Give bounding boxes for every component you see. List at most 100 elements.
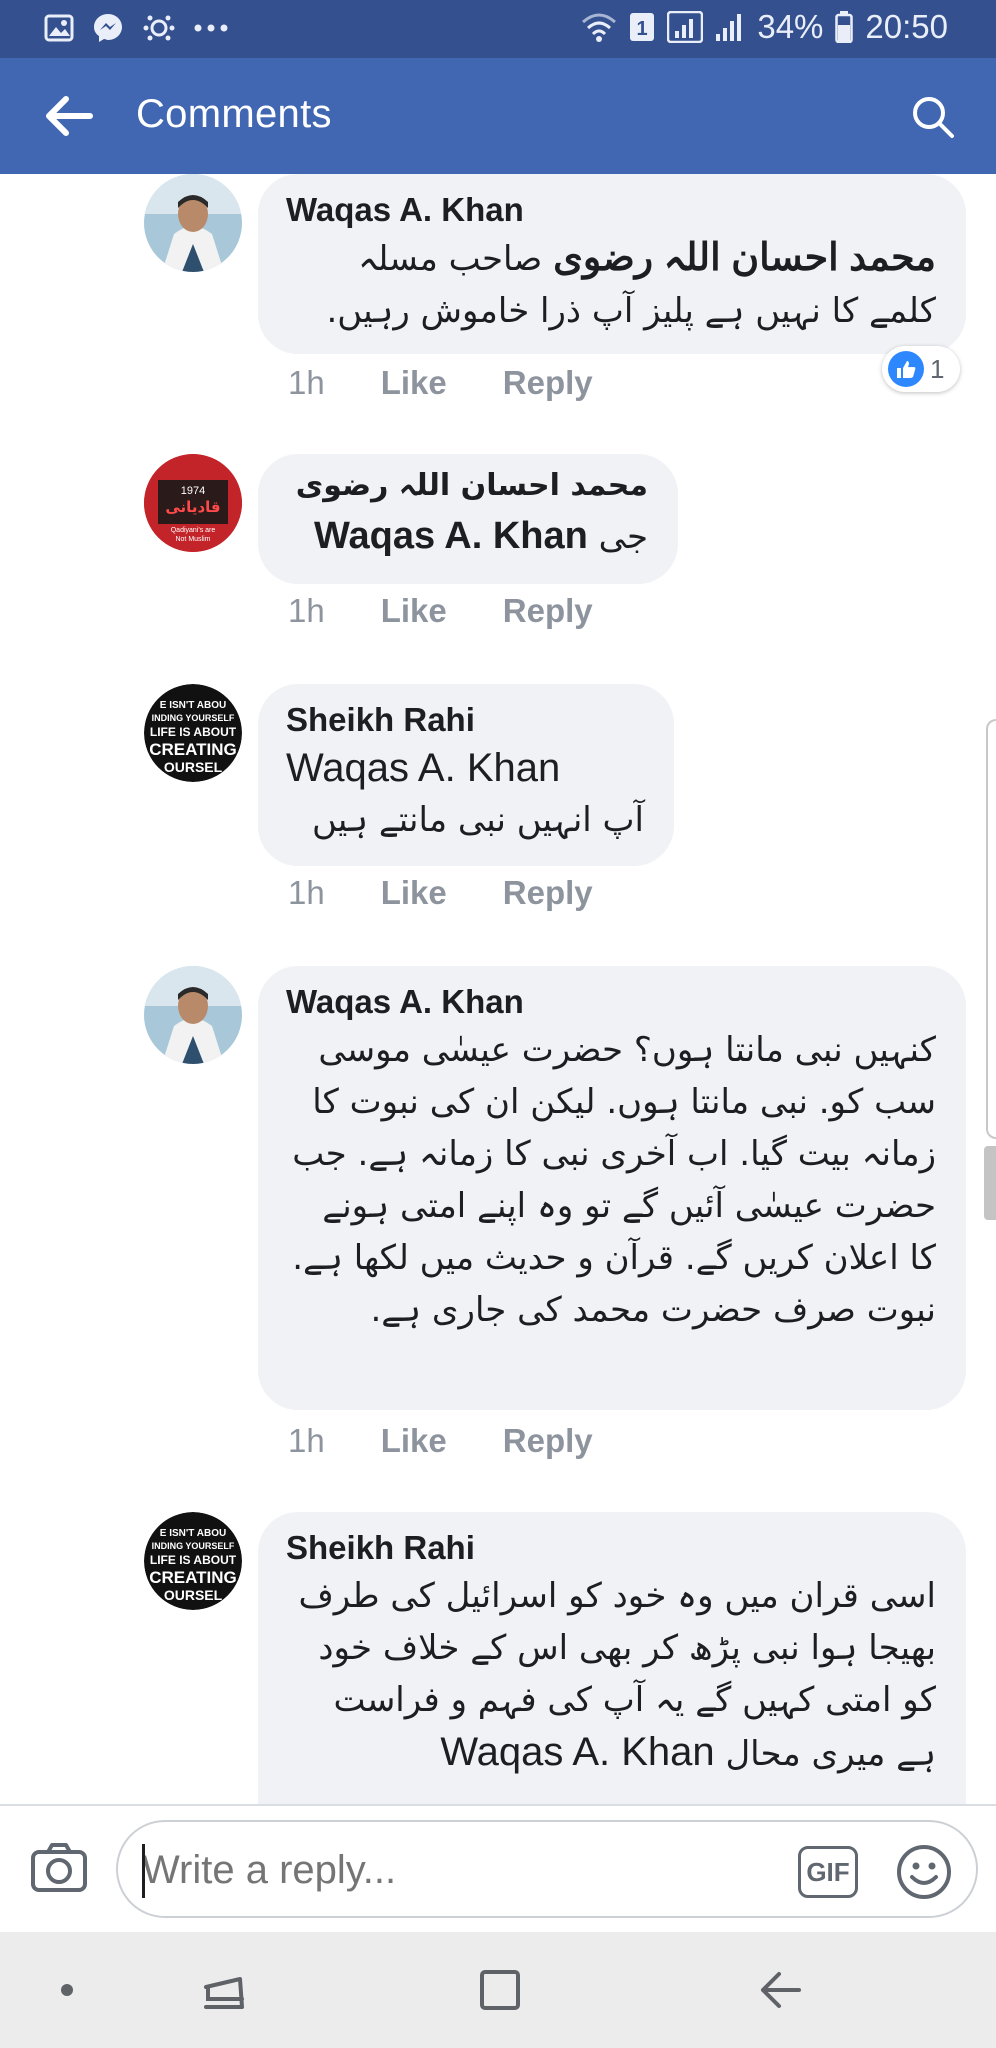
avatar[interactable] xyxy=(144,966,242,1064)
status-bar: 1 34% 20:50 xyxy=(0,0,996,58)
comment-time: 1h xyxy=(288,874,325,911)
reaction-summary[interactable]: 1 xyxy=(882,346,960,392)
home-square-icon xyxy=(480,1970,520,2010)
camera-button[interactable] xyxy=(30,1842,88,1894)
comment-mention[interactable]: Waqas A. Khan xyxy=(286,742,644,794)
avatar[interactable]: E ISN'T ABOU INDING YOURSELF LIFE IS ABO… xyxy=(144,684,242,782)
app-header: Comments xyxy=(0,58,996,174)
comment-body: کنہیں نبی مانتا ہوں؟ حضرت عیسٰی موسی سب … xyxy=(292,1030,936,1330)
clock: 20:50 xyxy=(865,8,948,45)
reply-button[interactable]: Reply xyxy=(503,874,593,912)
svg-text:OURSEL: OURSEL xyxy=(164,1587,223,1603)
comment-actions: 1h Like Reply xyxy=(288,874,593,912)
comment-mention[interactable]: Waqas A. Khan xyxy=(440,1730,714,1774)
emoji-button[interactable] xyxy=(896,1844,952,1900)
dots-burst-icon xyxy=(142,13,176,43)
scroll-track xyxy=(986,719,996,1139)
comment-author[interactable]: Sheikh Rahi xyxy=(286,1526,936,1570)
svg-text:LIFE IS ABOUT: LIFE IS ABOUT xyxy=(150,1553,237,1567)
more-dots-icon xyxy=(194,23,228,33)
signal-icon xyxy=(715,12,745,42)
reply-box[interactable]: GIF xyxy=(116,1820,978,1918)
svg-text:E ISN'T ABOU: E ISN'T ABOU xyxy=(160,700,226,711)
avatar[interactable]: E ISN'T ABOU INDING YOURSELF LIFE IS ABO… xyxy=(144,1512,242,1610)
comment-author[interactable]: Waqas A. Khan xyxy=(286,980,936,1024)
svg-text:INDING YOURSELF: INDING YOURSELF xyxy=(152,713,235,723)
status-left-icons xyxy=(44,12,228,44)
status-right: 1 34% 20:50 xyxy=(581,8,948,46)
like-button[interactable]: Like xyxy=(381,364,447,402)
svg-text:1974: 1974 xyxy=(181,485,205,497)
svg-text:Qadiyani's are: Qadiyani's are xyxy=(171,527,216,534)
back-button[interactable] xyxy=(44,94,94,138)
avatar[interactable]: 1974 قادیانی Qadiyani's are Not Muslim xyxy=(144,454,242,552)
smiley-icon xyxy=(897,1845,951,1899)
comment-body: جی xyxy=(598,517,648,557)
camera-icon xyxy=(31,1843,87,1892)
comments-feed[interactable]: Waqas A. Khan محمد احسان اللہ رضوی صاحب … xyxy=(0,174,996,1804)
svg-text:CREATING: CREATING xyxy=(149,1568,237,1587)
messenger-icon xyxy=(92,12,124,44)
svg-text:قادیانی: قادیانی xyxy=(165,498,220,516)
recent-apps-icon xyxy=(204,1977,244,2009)
svg-text:1: 1 xyxy=(637,18,648,40)
text-caret xyxy=(142,1844,145,1898)
nav-dot-button[interactable] xyxy=(52,1962,82,2018)
avatar[interactable] xyxy=(144,174,242,272)
svg-text:Not Muslim: Not Muslim xyxy=(175,536,210,543)
comment-body: آپ انہیں نبی مانتے ہیں xyxy=(312,800,644,840)
thumbs-up-icon xyxy=(888,351,924,387)
comment-bubble[interactable]: محمد احسان اللہ رضوی جی Waqas A. Khan xyxy=(258,454,678,584)
reply-button[interactable]: Reply xyxy=(503,592,593,630)
back-nav-button[interactable] xyxy=(752,1962,808,2018)
sim-badge: 1 xyxy=(629,12,655,42)
search-icon xyxy=(913,97,954,138)
gif-button[interactable]: GIF xyxy=(798,1846,858,1898)
comment-author[interactable]: Waqas A. Khan xyxy=(286,188,936,232)
page-title: Comments xyxy=(136,92,332,136)
dot-icon xyxy=(61,1984,73,1996)
volte-signal-icon xyxy=(667,11,704,43)
reply-composer: GIF xyxy=(0,1804,996,1932)
comment-time: 1h xyxy=(288,1422,325,1459)
comment-bubble[interactable]: Sheikh Rahi Waqas A. Khan آپ انہیں نبی م… xyxy=(258,684,674,866)
reply-button[interactable]: Reply xyxy=(503,364,593,402)
svg-text:CREATING: CREATING xyxy=(149,740,237,759)
comment-text: اسی قران میں وہ خود کو اسرائیل کی طرف بھ… xyxy=(286,1570,936,1780)
search-button[interactable] xyxy=(910,94,956,140)
svg-text:INDING YOURSELF: INDING YOURSELF xyxy=(152,1541,235,1551)
reply-input[interactable] xyxy=(142,1842,782,1898)
comment-bubble[interactable]: Sheikh Rahi اسی قران میں وہ خود کو اسرائ… xyxy=(258,1512,966,1804)
comment-author[interactable]: Sheikh Rahi xyxy=(286,698,644,742)
comment-mention[interactable]: Waqas A. Khan xyxy=(314,515,588,557)
comment-time: 1h xyxy=(288,364,325,401)
reaction-count: 1 xyxy=(930,353,945,384)
back-arrow-icon xyxy=(761,1972,801,2008)
svg-text:OURSEL: OURSEL xyxy=(164,759,223,775)
scrollbar-thumb[interactable] xyxy=(984,1146,996,1220)
comment-actions: 1h Like Reply xyxy=(288,592,593,630)
battery-icon xyxy=(835,11,854,43)
gallery-icon xyxy=(44,14,74,42)
comment-bubble[interactable]: Waqas A. Khan محمد احسان اللہ رضوی صاحب … xyxy=(258,174,966,354)
comment-mention[interactable]: محمد احسان اللہ رضوی xyxy=(553,237,936,279)
comment-actions: 1h Like Reply xyxy=(288,364,593,402)
like-button[interactable]: Like xyxy=(381,874,447,912)
comment-text: جی Waqas A. Khan xyxy=(286,510,648,563)
like-button[interactable]: Like xyxy=(381,592,447,630)
svg-text:LIFE IS ABOUT: LIFE IS ABOUT xyxy=(150,725,237,739)
recent-apps-button[interactable] xyxy=(196,1962,252,2018)
arrow-left-icon xyxy=(46,96,93,136)
comment-bubble[interactable]: Waqas A. Khan کنہیں نبی مانتا ہوں؟ حضرت … xyxy=(258,966,966,1410)
svg-text:E ISN'T ABOU: E ISN'T ABOU xyxy=(160,1528,226,1539)
reply-button[interactable]: Reply xyxy=(503,1422,593,1460)
comment-author[interactable]: محمد احسان اللہ رضوی xyxy=(286,464,648,508)
comment-text: محمد احسان اللہ رضوی صاحب مسلہ کلمے کا ن… xyxy=(286,232,936,337)
battery-percent: 34% xyxy=(757,8,824,45)
home-button[interactable] xyxy=(472,1962,528,2018)
wifi-icon xyxy=(581,12,617,42)
comment-actions: 1h Like Reply xyxy=(288,1422,593,1460)
comment-time: 1h xyxy=(288,592,325,629)
system-nav-bar xyxy=(0,1932,996,2048)
like-button[interactable]: Like xyxy=(381,1422,447,1460)
